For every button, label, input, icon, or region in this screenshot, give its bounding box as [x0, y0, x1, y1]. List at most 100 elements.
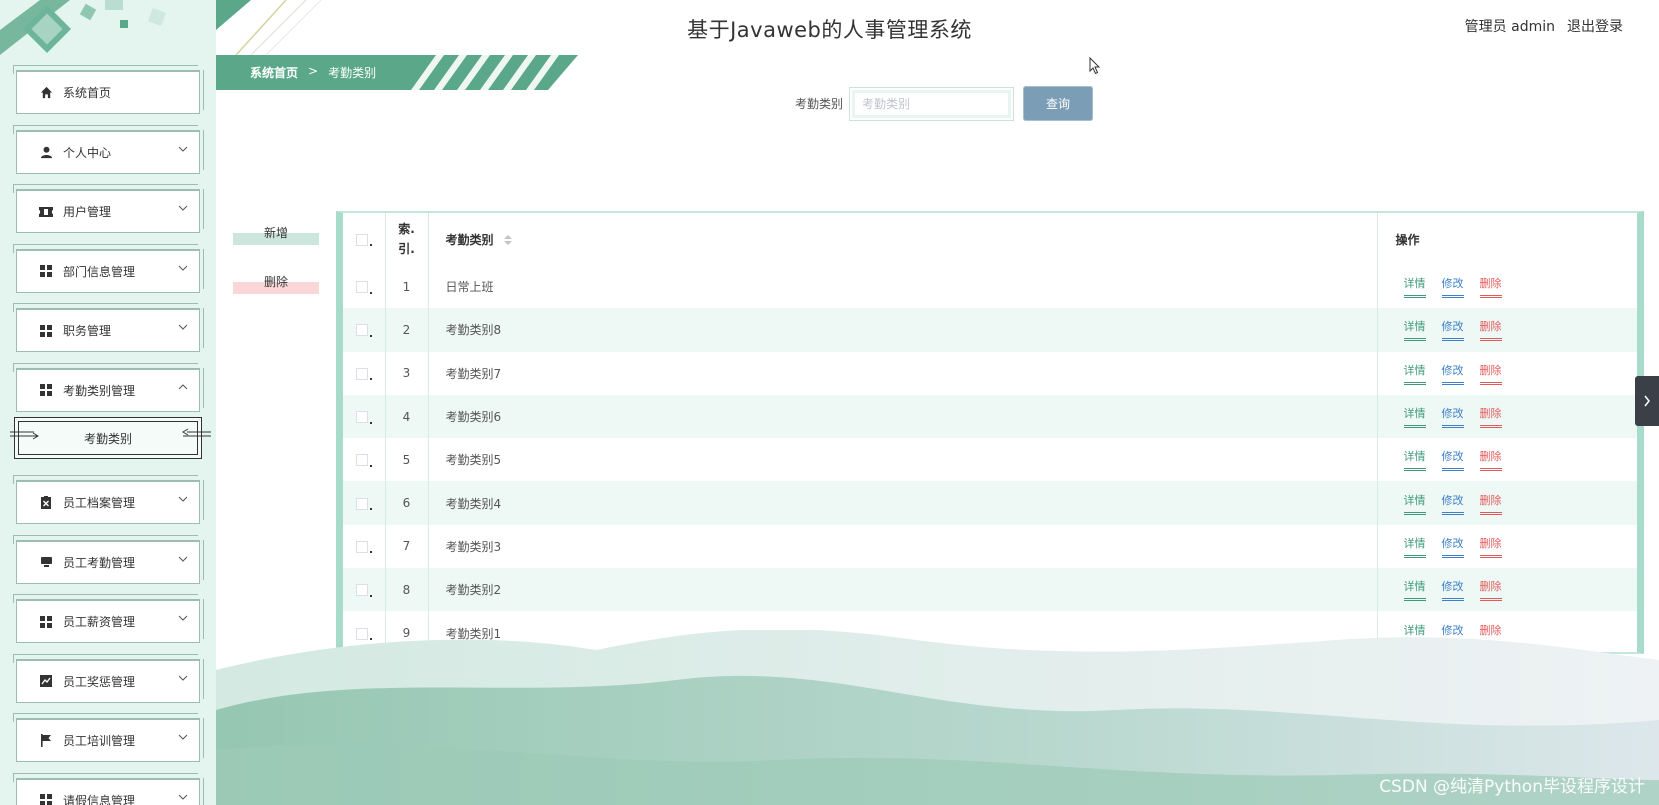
- remove-button[interactable]: 删除: [1479, 275, 1502, 299]
- row-ops: 详情 修改 删除: [1377, 438, 1637, 481]
- table-row[interactable]: 3 考勤类别7 详情 修改 删除: [343, 351, 1637, 395]
- chevron-up-icon: [178, 383, 188, 389]
- table-row[interactable]: 4 考勤类别6 详情 修改 删除: [343, 394, 1637, 439]
- table-row[interactable]: 1 日常上班 详情 修改 删除: [343, 265, 1637, 309]
- chart-icon: [39, 674, 53, 688]
- table-body: 1 日常上班 详情 修改 删除 2 考勤类别8 详情 修改 删除 3 考勤类别7 详情 修改 删除 4 考勤类别…: [343, 265, 1637, 655]
- header-name[interactable]: 考勤类别: [428, 213, 1378, 265]
- row-checkbox[interactable]: [355, 584, 368, 597]
- detail-button[interactable]: 详情: [1403, 405, 1426, 429]
- row-index: 2: [385, 308, 429, 352]
- select-all-checkbox[interactable]: [355, 233, 368, 246]
- checkbox-dot: [369, 464, 372, 467]
- edit-button[interactable]: 修改: [1441, 448, 1464, 472]
- breadcrumb-home[interactable]: 系统首页: [250, 64, 298, 81]
- edit-button[interactable]: 修改: [1441, 492, 1464, 515]
- home-icon: [39, 86, 53, 100]
- detail-button[interactable]: 详情: [1403, 362, 1426, 385]
- row-checkbox[interactable]: [355, 367, 368, 380]
- add-button[interactable]: 新增: [233, 221, 319, 245]
- sidebar-item[interactable]: 考勤类别管理: [13, 362, 204, 412]
- edit-button[interactable]: 修改: [1441, 275, 1464, 299]
- sidebar-menu: 系统首页个人中心用户管理部门信息管理职务管理考勤类别管理考勤类别员工档案管理员工…: [10, 65, 211, 805]
- sidebar-item[interactable]: 用户管理: [13, 184, 204, 233]
- detail-button[interactable]: 详情: [1403, 448, 1426, 472]
- sidebar-item-label: 员工档案管理: [63, 496, 136, 510]
- chevron-down-icon: [178, 556, 188, 562]
- row-checkbox[interactable]: [355, 454, 368, 467]
- sidebar-item-label: 职务管理: [63, 324, 112, 338]
- table-header-row: 索. 引. 考勤类别 操作: [343, 213, 1637, 265]
- table-row[interactable]: 5 考勤类别5 详情 修改 删除: [343, 438, 1637, 482]
- checkbox-dot: [369, 551, 372, 554]
- sort-icon[interactable]: [503, 235, 512, 245]
- table-row[interactable]: 7 考勤类别3 详情 修改 删除: [343, 524, 1637, 569]
- sidebar-item[interactable]: 员工培训管理: [13, 713, 204, 762]
- side-panel-toggle[interactable]: [1635, 376, 1659, 426]
- name-header-label: 考勤类别: [445, 232, 494, 247]
- table-row[interactable]: 2 考勤类别8 详情 修改 删除: [343, 308, 1637, 352]
- remove-button[interactable]: 删除: [1479, 448, 1502, 472]
- row-checkbox[interactable]: [355, 281, 368, 294]
- sidebar-item-label: 系统首页: [63, 86, 112, 100]
- sidebar-item[interactable]: 员工考勤管理: [13, 534, 204, 584]
- edit-button[interactable]: 修改: [1441, 578, 1464, 602]
- row-index: 3: [385, 351, 429, 395]
- search-input[interactable]: [849, 86, 1015, 121]
- breadcrumb: 系统首页 > 考勤类别: [250, 64, 376, 81]
- row-ops: 详情 修改 删除: [1377, 308, 1637, 351]
- chevron-down-icon: [178, 146, 188, 152]
- sidebar-subitem-label: 考勤类别: [83, 431, 132, 446]
- search-label: 考勤类别: [795, 97, 844, 111]
- row-checkbox-cell: [343, 394, 386, 439]
- remove-button[interactable]: 删除: [1479, 578, 1502, 602]
- remove-button[interactable]: 删除: [1479, 318, 1502, 342]
- query-button[interactable]: 查询: [1023, 86, 1094, 121]
- mouse-cursor-icon: [1089, 57, 1101, 75]
- row-name: 考勤类别3: [428, 524, 1378, 569]
- row-ops: 详情 修改 删除: [1377, 481, 1637, 524]
- sidebar-item[interactable]: 请假信息管理: [13, 772, 204, 805]
- sidebar-item[interactable]: 员工薪资管理: [13, 594, 204, 643]
- sidebar-item[interactable]: 个人中心: [13, 124, 204, 174]
- sidebar-item[interactable]: 员工档案管理: [13, 475, 204, 524]
- detail-button[interactable]: 详情: [1403, 318, 1426, 342]
- row-checkbox-cell: [343, 308, 386, 352]
- delete-button[interactable]: 删除: [233, 270, 319, 294]
- row-checkbox[interactable]: [355, 540, 368, 553]
- edit-button[interactable]: 修改: [1441, 318, 1464, 342]
- row-ops: 详情 修改 删除: [1377, 352, 1637, 395]
- row-checkbox-cell: [343, 265, 386, 309]
- sidebar-item[interactable]: 职务管理: [13, 303, 204, 352]
- sidebar-item[interactable]: 员工奖惩管理: [13, 653, 204, 703]
- detail-button[interactable]: 详情: [1403, 492, 1426, 515]
- chevron-down-icon: [178, 675, 188, 681]
- remove-button[interactable]: 删除: [1479, 362, 1502, 385]
- detail-button[interactable]: 详情: [1403, 535, 1426, 558]
- remove-button[interactable]: 删除: [1479, 492, 1502, 515]
- detail-button[interactable]: 详情: [1403, 275, 1426, 299]
- edit-button[interactable]: 修改: [1441, 405, 1464, 429]
- remove-button[interactable]: 删除: [1479, 405, 1502, 429]
- logout-link[interactable]: 退出登录: [1567, 16, 1623, 36]
- edit-button[interactable]: 修改: [1441, 362, 1464, 385]
- row-name: 考勤类别8: [428, 308, 1378, 352]
- detail-button[interactable]: 详情: [1403, 578, 1426, 602]
- remove-button[interactable]: 删除: [1479, 535, 1502, 558]
- table-row[interactable]: 6 考勤类别4 详情 修改 删除: [343, 481, 1637, 525]
- sidebar-subitem-active[interactable]: 考勤类别: [10, 417, 211, 459]
- checkbox-dot: [369, 378, 372, 381]
- sidebar: 系统首页个人中心用户管理部门信息管理职务管理考勤类别管理考勤类别员工档案管理员工…: [0, 0, 216, 805]
- row-checkbox[interactable]: [355, 324, 368, 337]
- sidebar-item[interactable]: 系统首页: [13, 65, 204, 114]
- row-checkbox[interactable]: [355, 411, 368, 424]
- sidebar-item[interactable]: 部门信息管理: [13, 243, 204, 293]
- table-row[interactable]: 8 考勤类别2 详情 修改 删除: [343, 568, 1637, 612]
- grid-icon: [39, 615, 53, 629]
- edit-button[interactable]: 修改: [1441, 535, 1464, 558]
- row-checkbox-cell: [343, 568, 386, 612]
- grid-icon: [39, 264, 53, 278]
- ticket-icon: [39, 205, 53, 219]
- user-label: 管理员 admin: [1464, 19, 1555, 35]
- row-checkbox[interactable]: [355, 497, 368, 510]
